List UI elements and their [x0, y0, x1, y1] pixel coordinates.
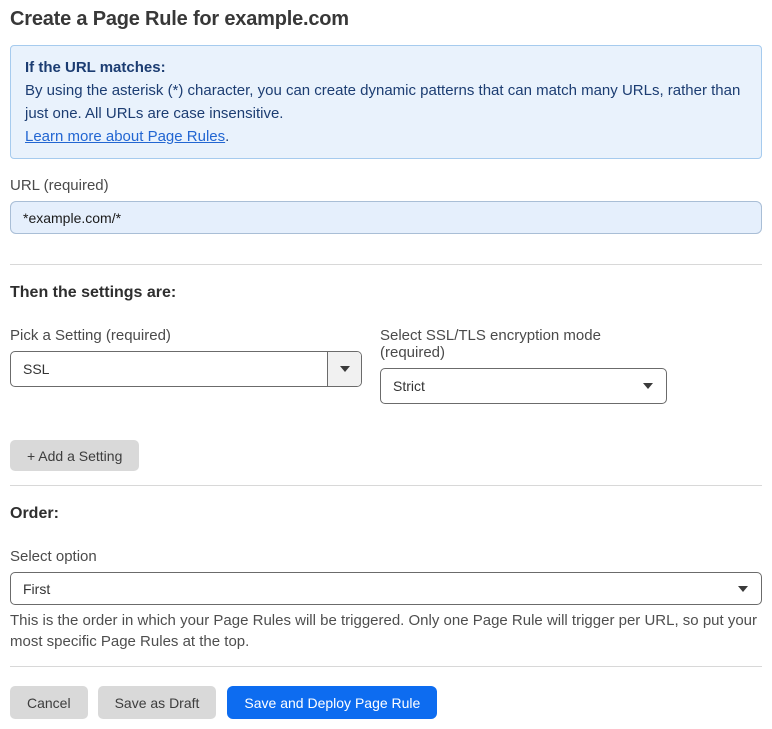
divider [10, 264, 762, 265]
link-period: . [225, 128, 230, 145]
settings-heading: Then the settings are: [10, 284, 177, 301]
cancel-button[interactable]: Cancel [10, 686, 88, 719]
order-select-value: First [23, 580, 51, 597]
chevron-down-icon [643, 383, 666, 389]
pick-setting-field: Pick a Setting (required) SSL [10, 327, 362, 404]
info-link-line: Learn more about Page Rules. [25, 125, 747, 148]
url-input[interactable] [10, 201, 762, 234]
page-title: Create a Page Rule for example.com [10, 8, 349, 30]
chevron-down-icon [738, 585, 761, 592]
order-select[interactable]: First [10, 572, 762, 605]
save-draft-button[interactable]: Save as Draft [97, 686, 217, 719]
divider [10, 666, 762, 667]
info-box-body: By using the asterisk (*) character, you… [25, 82, 741, 122]
add-setting-button[interactable]: + Add a Setting [10, 440, 140, 471]
settings-row: Pick a Setting (required) SSL Select SSL… [10, 327, 762, 404]
learn-more-link[interactable]: Learn more about Page Rules [25, 128, 225, 145]
order-heading: Order: [10, 505, 59, 522]
info-box-heading: If the URL matches: [25, 59, 166, 76]
pick-setting-value: SSL [23, 361, 50, 377]
url-match-info-box: If the URL matches: By using the asteris… [10, 45, 762, 159]
pick-setting-select[interactable]: SSL [10, 351, 362, 387]
divider [10, 485, 762, 486]
ssl-mode-select[interactable]: Strict [380, 368, 667, 404]
ssl-mode-field: Select SSL/TLS encryption mode (required… [380, 327, 667, 404]
form-actions: Cancel Save as Draft Save and Deploy Pag… [10, 686, 762, 719]
url-label: URL (required) [10, 177, 109, 194]
chevron-down-icon [327, 352, 361, 386]
ssl-mode-label: Select SSL/TLS encryption mode (required… [380, 327, 601, 361]
ssl-mode-value: Strict [393, 378, 425, 394]
order-help-text: This is the order in which your Page Rul… [10, 612, 758, 650]
pick-setting-label: Pick a Setting (required) [10, 327, 171, 344]
order-select-label: Select option [10, 548, 97, 565]
create-page-rule-form: Create a Page Rule for example.com If th… [0, 0, 772, 729]
save-deploy-button[interactable]: Save and Deploy Page Rule [227, 686, 438, 719]
